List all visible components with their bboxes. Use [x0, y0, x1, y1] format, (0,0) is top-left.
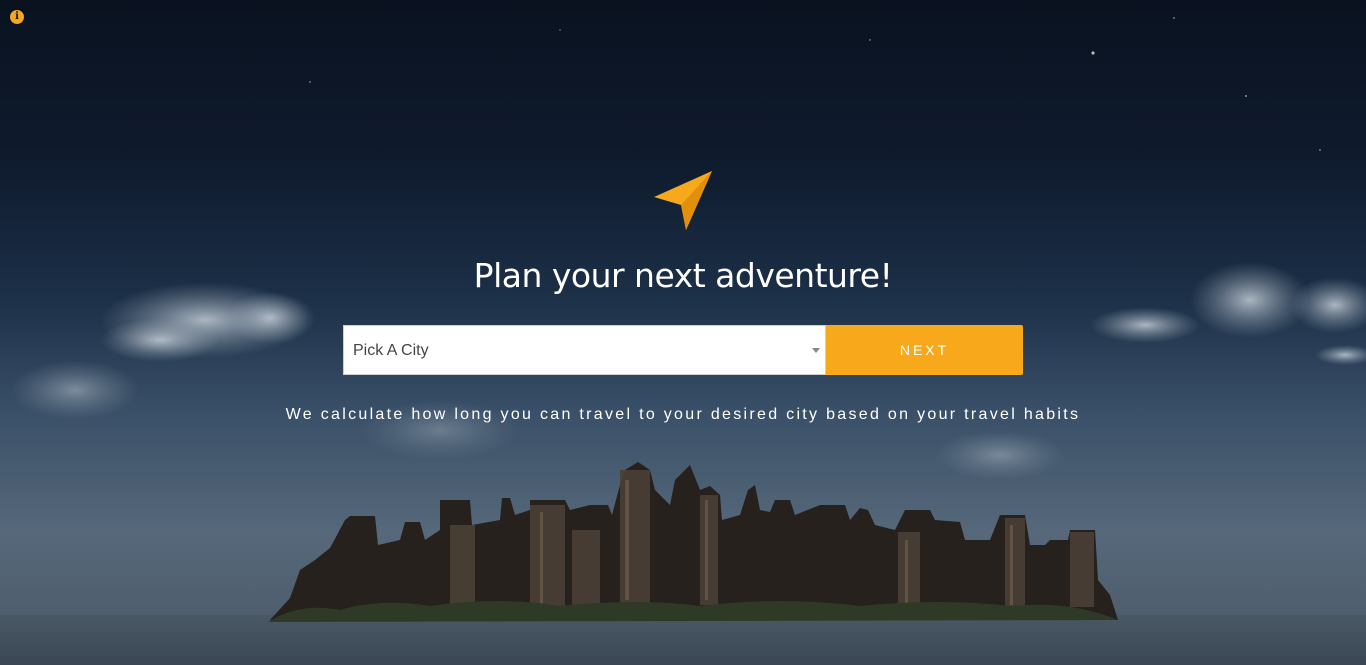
tagline: We calculate how long you can travel to …	[285, 406, 1081, 423]
city-select-value: Pick A City	[353, 342, 429, 359]
page-title: Plan your next adventure!	[473, 256, 893, 295]
city-select-dropdown[interactable]: Pick A City	[343, 325, 826, 375]
paper-plane-icon	[654, 171, 712, 230]
city-search-form: Pick A City NEXT	[343, 325, 1023, 375]
next-button[interactable]: NEXT	[826, 325, 1023, 375]
chevron-down-icon	[812, 348, 820, 353]
hero-section: Plan your next adventure! Pick A City NE…	[0, 0, 1366, 665]
